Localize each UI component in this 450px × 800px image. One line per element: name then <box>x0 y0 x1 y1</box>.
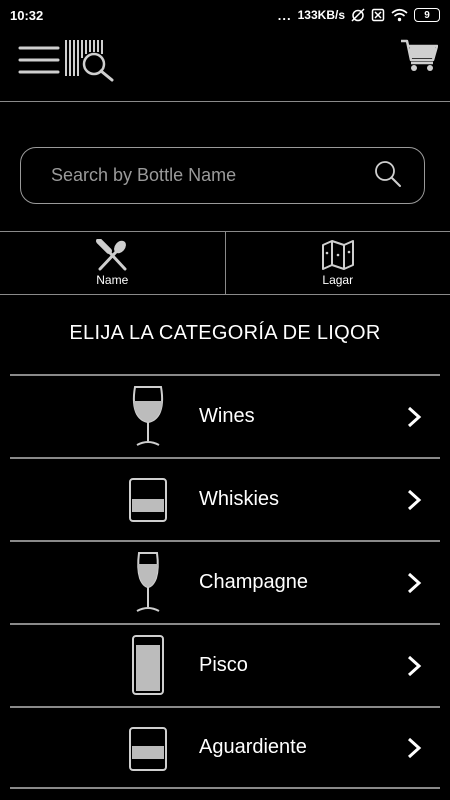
filter-tab-lagar[interactable]: Lagar <box>224 232 450 294</box>
network-speed: 133KB/s <box>297 8 345 22</box>
map-icon <box>321 240 354 270</box>
search-input[interactable] <box>51 165 351 186</box>
category-item-aguardiente[interactable]: Aguardiente <box>10 706 440 789</box>
section-title: ELIJA LA CATEGORÍA DE LIQOR <box>69 322 381 344</box>
wine-glass-icon <box>132 386 164 446</box>
shot-glass-icon <box>129 727 167 771</box>
status-bar: 10:32 ... 133KB/s 9 <box>0 0 450 30</box>
search-icon[interactable] <box>374 160 402 188</box>
filter-tab-name[interactable]: Name <box>0 232 225 294</box>
filter-tab-name-label: Name <box>96 273 129 287</box>
search-box[interactable] <box>20 147 425 204</box>
chevron-right-icon <box>407 572 422 593</box>
sim-off-icon <box>371 8 385 22</box>
chevron-right-icon <box>407 489 422 510</box>
category-label: Whiskies <box>199 488 280 510</box>
category-item-whiskies[interactable]: Whiskies <box>10 457 440 540</box>
chevron-right-icon <box>407 655 422 676</box>
battery-icon: 9 <box>414 8 440 22</box>
category-label: Wines <box>199 405 255 427</box>
category-label: Champagne <box>199 571 308 593</box>
filter-tab-lagar-label: Lagar <box>322 273 354 287</box>
menu-barcode-search-icon[interactable] <box>18 38 116 82</box>
whiskey-glass-icon <box>129 478 167 522</box>
category-list: Wines Whiskies Champagne Pisco Aguardien… <box>10 374 440 789</box>
category-item-pisco[interactable]: Pisco <box>10 623 440 706</box>
category-label: Aguardiente <box>199 736 307 758</box>
app-header <box>0 30 450 102</box>
status-dots: ... <box>277 7 292 23</box>
category-label: Pisco <box>199 654 248 676</box>
utensils-icon <box>96 239 127 271</box>
filter-bar: Name Lagar <box>0 231 450 295</box>
chevron-right-icon <box>407 406 422 427</box>
status-indicators: ... 133KB/s 9 <box>278 8 440 23</box>
category-item-wines[interactable]: Wines <box>10 374 440 457</box>
status-time: 10:32 <box>10 7 44 23</box>
alarm-off-icon <box>351 8 365 22</box>
wifi-icon <box>391 8 408 22</box>
cart-icon[interactable] <box>400 38 438 72</box>
chevron-right-icon <box>407 737 422 758</box>
category-item-champagne[interactable]: Champagne <box>10 540 440 623</box>
pisco-glass-icon <box>132 635 164 695</box>
champagne-flute-icon <box>136 552 160 612</box>
